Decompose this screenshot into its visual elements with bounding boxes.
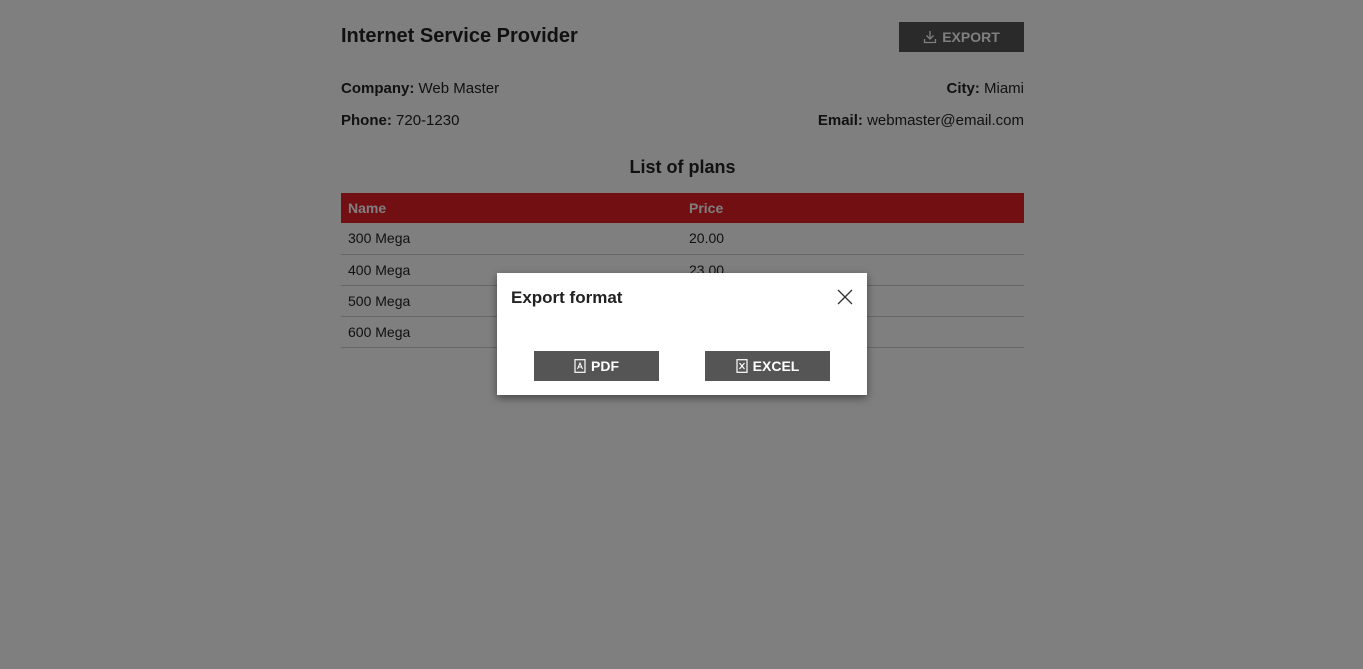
excel-button-label: EXCEL [752,358,800,374]
dialog-title: Export format [511,288,623,307]
pdf-button-label: PDF [591,358,619,374]
close-icon [836,288,854,306]
pdf-button[interactable]: PDF [534,351,659,381]
excel-button[interactable]: EXCEL [705,351,830,381]
export-format-dialog: Export format PDF EXCEL [497,273,867,395]
close-button[interactable] [836,288,854,306]
excel-file-icon [736,359,748,373]
pdf-file-icon [574,359,586,373]
